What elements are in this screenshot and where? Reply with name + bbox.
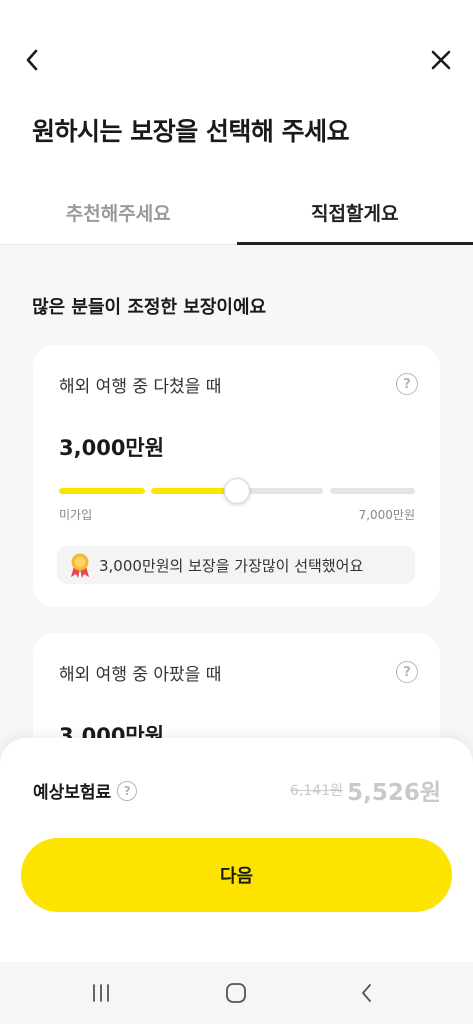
back-icon [362, 984, 371, 1002]
coverage-slider[interactable] [59, 478, 415, 504]
slider-segment-4 [330, 488, 415, 494]
medal-icon [71, 553, 89, 578]
bottom-sheet: 예상보험료 ? 6,141원 5,526원 다음 [0, 738, 473, 962]
home-icon [226, 983, 246, 1003]
coverage-card-injury: 해외 여행 중 다쳤을 때 ? 3,000만원 미가입 7,000만원 3,00… [33, 345, 440, 607]
slider-thumb[interactable] [224, 478, 250, 504]
card-title: 해외 여행 중 다쳤을 때 [59, 377, 222, 397]
slider-max-label: 7,000만원 [358, 508, 415, 522]
premium-label-text: 예상보험료 [33, 783, 112, 803]
popular-choice-badge: 3,000만원의 보장을 가장많이 선택했어요 [57, 546, 415, 584]
home-button[interactable] [221, 978, 251, 1008]
card-title: 해외 여행 중 아팠을 때 [59, 665, 222, 685]
back-button[interactable] [18, 46, 46, 74]
chevron-left-icon [26, 49, 38, 71]
question-circle-icon[interactable]: ? [117, 780, 138, 801]
next-button[interactable]: 다음 [21, 838, 452, 912]
nav-back-button[interactable] [352, 978, 382, 1008]
question-circle-icon[interactable]: ? [396, 373, 418, 395]
tab-recommend[interactable]: 추천해주세요 [0, 185, 237, 244]
original-price: 6,141원 [290, 783, 343, 799]
section-title: 많은 분들이 조정한 보장이에요 [32, 297, 267, 318]
slider-segment-1 [59, 488, 145, 494]
recent-apps-button[interactable] [86, 978, 116, 1008]
close-button[interactable] [427, 46, 455, 74]
tab-bar: 추천해주세요 직접할게요 [0, 185, 473, 245]
system-nav-bar [0, 962, 473, 1024]
badge-text: 3,000만원의 보장을 가장많이 선택했어요 [99, 556, 364, 575]
premium-label: 예상보험료 ? [33, 778, 138, 803]
header: 원하시는 보장을 선택해 주세요 추천해주세요 직접할게요 [0, 0, 473, 245]
recent-apps-icon [93, 984, 109, 1002]
question-circle-icon[interactable]: ? [396, 661, 418, 683]
page-title: 원하시는 보장을 선택해 주세요 [32, 117, 350, 146]
discounted-price: 5,526원 [347, 780, 441, 806]
tab-manual[interactable]: 직접할게요 [236, 185, 473, 245]
slider-min-label: 미가입 [59, 508, 93, 522]
close-icon [431, 50, 451, 70]
coverage-amount: 3,000만원 [59, 436, 165, 460]
